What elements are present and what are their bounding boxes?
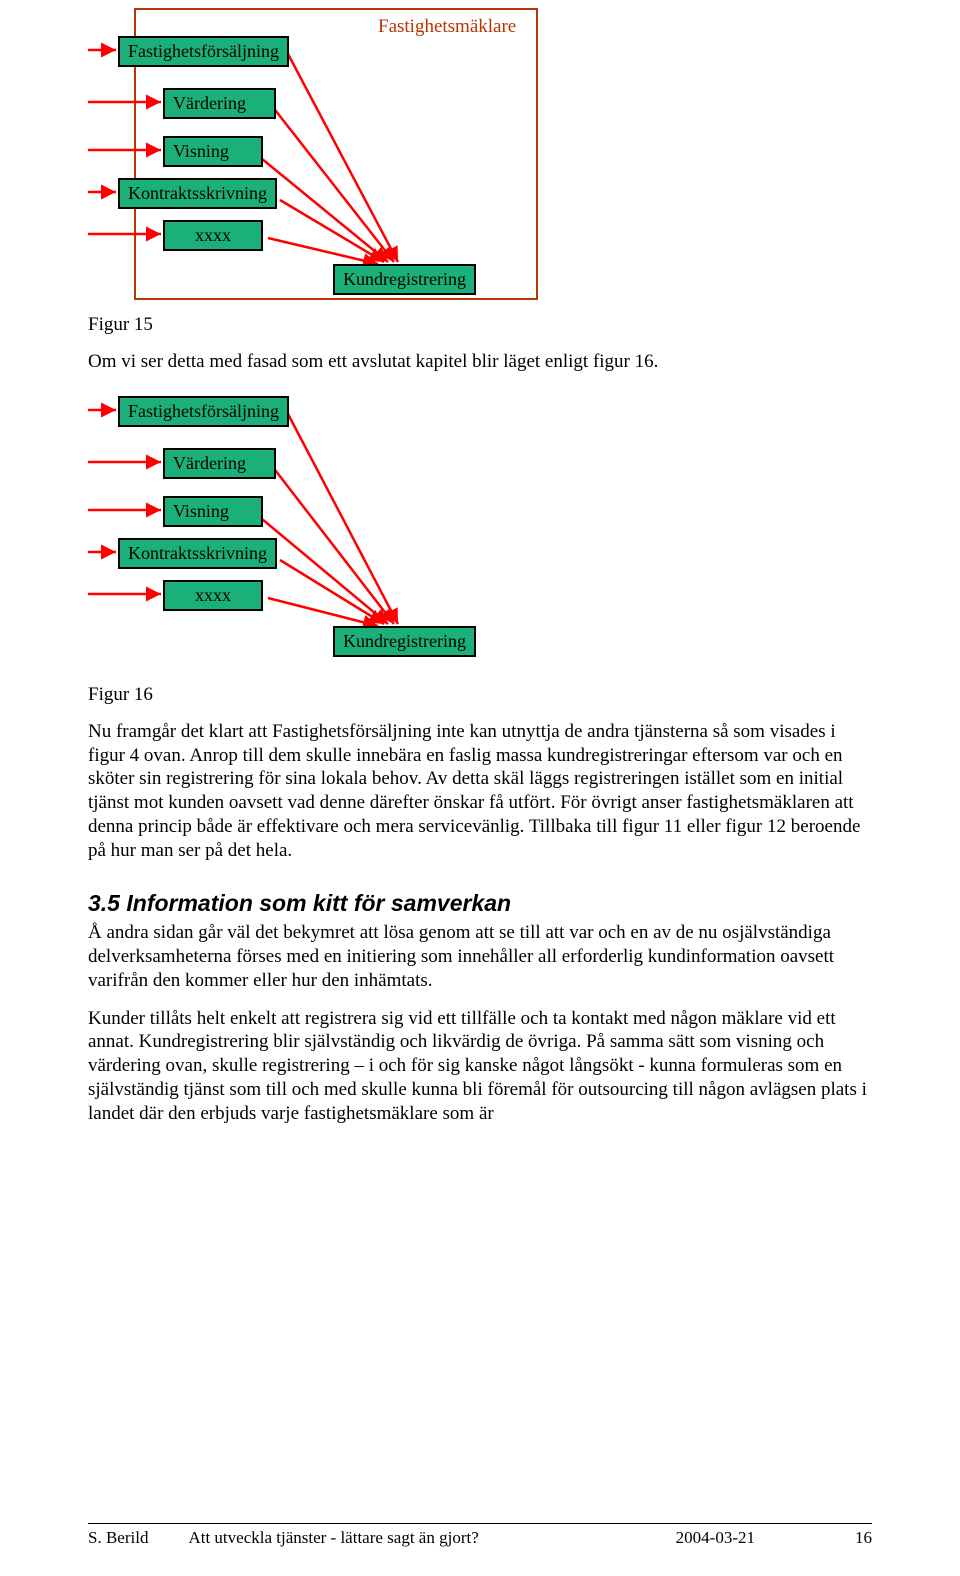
paragraph-2: Nu framgår det klart att Fastighetsförsä… [88, 720, 872, 863]
fig15-title: Fastighetsmäklare [378, 16, 516, 38]
fig15-caption: Figur 15 [88, 314, 872, 336]
footer-title: Att utveckla tjänster - lättare sagt än … [188, 1528, 675, 1548]
fig15-box-visning: Visning [163, 136, 263, 167]
footer-page: 16 [855, 1528, 872, 1548]
section-heading: 3.5 Information som kitt för samverkan [88, 890, 872, 917]
paragraph-1: Om vi ser detta med fasad som ett avslut… [88, 350, 872, 374]
fig15-box-xxxx: xxxx [163, 220, 263, 251]
fig16-caption: Figur 16 [88, 684, 872, 706]
fig15-box-vardering: Värdering [163, 88, 276, 119]
fig15-box-kundregistrering: Kundregistrering [333, 264, 476, 295]
fig16-box-visning: Visning [163, 496, 263, 527]
figure-16: Fastighetsförsäljning Värdering Visning … [88, 388, 872, 678]
figure-15: Fastighetsmäklare Fastighetsförsäljning … [88, 8, 872, 308]
footer-author: S. Berild [88, 1528, 148, 1548]
paragraph-4: Kunder tillåts helt enkelt att registrer… [88, 1007, 872, 1126]
fig15-box-kontraktsskrivning: Kontraktsskrivning [118, 178, 277, 209]
page-footer: S. Berild Att utveckla tjänster - lättar… [88, 1523, 872, 1548]
section-title: Information som kitt för samverkan [126, 890, 511, 916]
fig16-box-kontraktsskrivning: Kontraktsskrivning [118, 538, 277, 569]
footer-date: 2004-03-21 [676, 1528, 755, 1548]
section-num: 3.5 [88, 890, 120, 916]
fig16-box-vardering: Värdering [163, 448, 276, 479]
fig15-box-fastighetsforsaljning: Fastighetsförsäljning [118, 36, 289, 67]
fig16-box-fastighetsforsaljning: Fastighetsförsäljning [118, 396, 289, 427]
fig16-box-xxxx: xxxx [163, 580, 263, 611]
paragraph-3: Å andra sidan går väl det bekymret att l… [88, 921, 872, 992]
fig16-box-kundregistrering: Kundregistrering [333, 626, 476, 657]
